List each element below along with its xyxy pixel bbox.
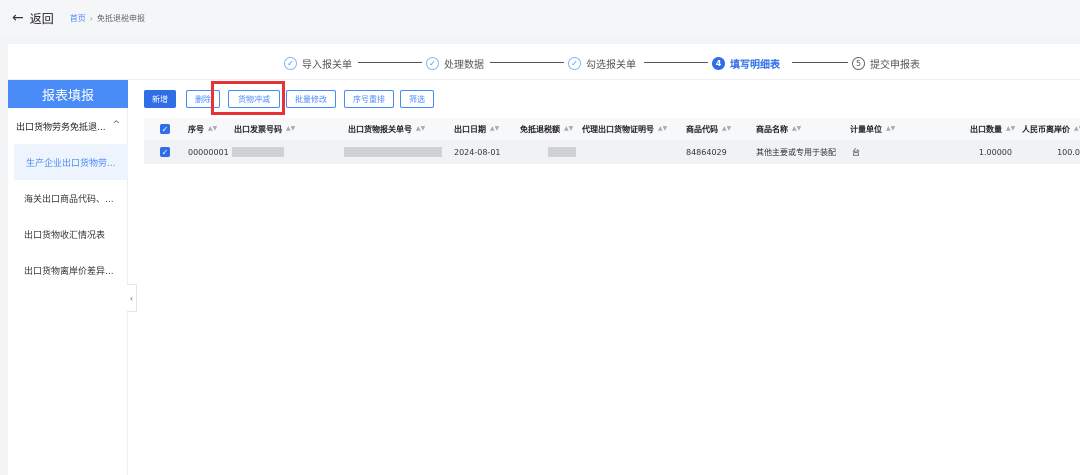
check-icon: ✓ [160,124,170,134]
sidebar-collapse-button[interactable]: ‹ [127,284,137,312]
breadcrumb-home[interactable]: 首页 [70,13,86,24]
step-fill-detail: 4 填写明细表 [712,56,780,71]
step-label: 填写明细表 [730,60,780,71]
reorder-button[interactable]: 序号重排 [344,90,394,108]
sort-icon: ▲▼ [658,125,668,132]
cell-unit: 台 [852,147,860,157]
arrow-left-icon: ← [12,10,24,26]
cell-quantity: 1.00000 [978,147,1012,157]
divider [8,79,1080,80]
select-all-checkbox[interactable]: ✓ [160,118,170,140]
chevron-up-icon: ^ [112,120,120,130]
step-label: 提交申报表 [870,60,920,71]
masked-value [548,147,576,157]
cell-product-name: 其他主要或专用于装配 [756,147,836,157]
check-icon: ✓ [568,57,581,70]
sort-icon: ▲▼ [208,125,218,132]
breadcrumb-current: 免抵退税申报 [96,13,145,23]
step-label: 导入报关单 [302,60,352,71]
sort-icon: ▲▼ [564,125,574,132]
row-checkbox[interactable]: ✓ [160,140,170,164]
column-header[interactable]: 人民币离岸价▲▼ [1022,118,1080,140]
main-card: ✓ 导入报关单 ✓ 处理数据 ✓ 勾选报关单 4 填写明细表 5 提交申报表 报… [8,44,1080,475]
column-header[interactable]: 商品名称 ▲▼ [756,118,801,140]
sort-icon: ▲▼ [886,125,896,132]
back-button[interactable]: ← 返回 [12,10,54,27]
check-icon: ✓ [160,147,170,157]
chevron-left-icon: ‹ [129,293,134,303]
sidebar-group-label: 出口货物劳务免抵退... [16,122,106,133]
breadcrumb: 首页 › 免抵退税申报 [70,13,145,24]
batch-edit-button[interactable]: 批量修改 [286,90,336,108]
sort-icon: ▲▼ [792,125,802,132]
cell-product-code: 84864029 [686,147,727,157]
step-import: ✓ 导入报关单 [284,56,352,71]
sort-icon: ▲▼ [1006,125,1016,132]
sidebar-item-label: 出口货物收汇情况表 [24,230,106,241]
cell-customs-no [344,140,442,164]
filter-button[interactable]: 筛选 [400,90,434,108]
column-header[interactable]: 序号 ▲▼ [188,118,217,140]
step-connector [644,62,708,63]
step-indicator: ✓ 导入报关单 ✓ 处理数据 ✓ 勾选报关单 4 填写明细表 5 提交申报表 [8,44,1080,80]
sidebar-group[interactable]: 出口货物劳务免抵退... ^ [8,116,128,136]
cell-fob-rmb: 100.0 [1057,147,1080,157]
sidebar-item-fob-difference[interactable]: 出口货物离岸价差异... [8,252,128,288]
top-bar: ← 返回 首页 › 免抵退税申报 [0,0,1080,36]
check-icon: ✓ [284,57,297,70]
column-header[interactable]: 出口货物报关单号 ▲▼ [348,118,425,140]
column-header[interactable]: 免抵退税额 ▲▼ [520,118,573,140]
sidebar-item-production-export[interactable]: 生产企业出口货物劳... [14,144,128,180]
step-number-icon: 5 [852,57,865,70]
sidebar-title: 报表填报 [8,80,128,108]
highlight-frame [211,81,285,115]
table-row[interactable]: ✓ 00000001 2024-08-01 84864029 其他主要或专用于装… [144,140,1080,164]
step-label: 勾选报关单 [586,60,636,71]
sort-icon: ▲▼ [490,125,500,132]
column-header[interactable]: 出口数量 ▲▼ [970,118,1015,140]
step-select: ✓ 勾选报关单 [568,56,636,71]
sidebar-item-customs-code[interactable]: 海关出口商品代码、... [8,180,128,216]
sort-icon: ▲▼ [286,125,296,132]
step-process: ✓ 处理数据 [426,56,484,71]
step-connector [358,62,422,63]
sort-icon: ▲▼ [722,125,732,132]
column-header[interactable]: 商品代码 ▲▼ [686,118,731,140]
sidebar-item-label: 生产企业出口货物劳... [26,158,116,169]
sort-icon: ▲▼ [416,125,426,132]
column-header[interactable]: 代理出口货物证明号 ▲▼ [582,118,667,140]
back-label: 返回 [29,11,54,26]
breadcrumb-separator-icon: › [89,13,93,23]
column-header[interactable]: 出口发票号码 ▲▼ [234,118,295,140]
column-header[interactable]: 出口日期 ▲▼ [454,118,499,140]
cell-seq: 00000001 [188,147,229,157]
masked-value [344,147,442,157]
sort-icon: ▲▼ [1074,125,1080,132]
cell-export-date: 2024-08-01 [454,147,501,157]
step-label: 处理数据 [444,60,484,71]
sidebar-item-label: 出口货物离岸价差异... [24,266,114,277]
step-number-icon: 4 [712,57,725,70]
sidebar-item-label: 海关出口商品代码、... [24,194,114,205]
sidebar: 报表填报 出口货物劳务免抵退... ^ 生产企业出口货物劳... 海关出口商品代… [8,80,128,475]
check-icon: ✓ [426,57,439,70]
add-button[interactable]: 新增 [144,90,176,108]
step-submit: 5 提交申报表 [852,56,920,71]
masked-value [232,147,284,157]
sidebar-item-forex-receipt[interactable]: 出口货物收汇情况表 [8,216,128,252]
table-header: ✓ 序号 ▲▼ 出口发票号码 ▲▼ 出口货物报关单号 ▲▼ 出口日期 ▲▼ 免抵退税额 ▲… [144,118,1080,140]
step-connector [490,62,564,63]
step-connector [792,62,848,63]
cell-refund-amount [548,140,576,164]
column-header[interactable]: 计量单位 ▲▼ [850,118,895,140]
cell-invoice-no [232,140,284,164]
